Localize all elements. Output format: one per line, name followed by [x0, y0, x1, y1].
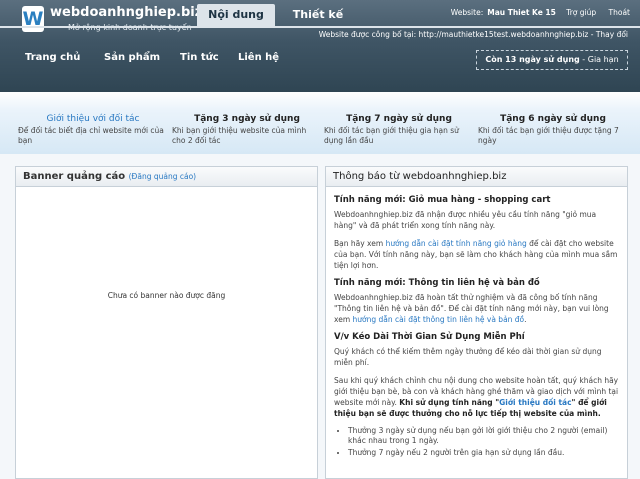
notice-paragraph: Webdoanhnghiep.biz đã hoàn tất thử nghiệ…: [334, 292, 619, 325]
text: Bạn hãy xem: [334, 239, 386, 248]
published-url[interactable]: Website được công bố tại: http://mauthie…: [319, 30, 628, 39]
promo-title[interactable]: Giới thiệu với đối tác: [18, 114, 168, 124]
promo-title: Tặng 6 ngày sử dụng: [500, 114, 606, 124]
notice-panel-title: Thông báo từ webdoanhnghiep.biz: [333, 171, 507, 182]
tab-content[interactable]: Nội dung: [197, 4, 275, 26]
text: .: [524, 315, 527, 324]
renew-link[interactable]: - Gia hạn: [580, 55, 618, 64]
logo-icon[interactable]: W: [22, 6, 44, 32]
tab-design[interactable]: Thiết kế: [283, 4, 353, 26]
nav-home[interactable]: Trang chủ: [25, 52, 80, 63]
logo-name[interactable]: webdoanhnghiep.biz: [50, 5, 202, 20]
promo-desc: Để đối tác biết địa chỉ website mới của …: [18, 126, 164, 145]
promo-desc: Khi đối tác bạn giới thiệu được tặng 7 n…: [478, 126, 619, 145]
top-links: Website: Mau Thiet Ke 15 Trợ giúp Thoát: [447, 8, 630, 17]
notice-heading-extend: V/v Kéo Dài Thời Gian Sử Dụng Miễn Phí: [334, 332, 525, 342]
banner-panel: Banner quảng cáo (Đăng quảng cáo) Chưa c…: [15, 166, 318, 479]
notice-panel: Thông báo từ webdoanhnghiep.biz Tính năn…: [325, 166, 628, 479]
help-link[interactable]: Trợ giúp: [566, 8, 596, 17]
notice-panel-header: Thông báo từ webdoanhnghiep.biz: [326, 167, 627, 187]
cart-guide-link[interactable]: hướng dẫn cài đặt tính năng giỏ hàng: [386, 239, 527, 248]
notice-paragraph: Quý khách có thể kiếm thêm ngày thưởng đ…: [334, 347, 602, 367]
nav-news[interactable]: Tin tức: [180, 52, 219, 63]
empty-banner-text: Chưa có banner nào được đăng: [107, 291, 226, 300]
days-remaining-box[interactable]: Còn 13 ngày sử dụng - Gia hạn: [476, 50, 628, 70]
notice-paragraph: Sau khi quý khách chỉnh chu nội dung cho…: [334, 375, 619, 419]
bonus-list: Thưởng 3 ngày sử dụng nếu bạn gởi lời gi…: [348, 426, 619, 458]
promo-title: Tặng 7 ngày sử dụng: [346, 114, 452, 124]
website-label: Website:: [450, 8, 484, 17]
website-name-link[interactable]: Mau Thiet Ke 15: [487, 8, 556, 17]
logout-link[interactable]: Thoát: [609, 8, 630, 17]
banner-panel-header: Banner quảng cáo (Đăng quảng cáo): [16, 167, 317, 187]
register-ad-link[interactable]: (Đăng quảng cáo): [129, 172, 196, 181]
app-header: W webdoanhnghiep.biz Mở rộng kinh doanh …: [0, 0, 640, 92]
nav-products[interactable]: Sản phẩm: [104, 52, 160, 63]
promo-refer[interactable]: Giới thiệu với đối tác Để đối tác biết đ…: [18, 114, 168, 146]
banner-panel-title: Banner quảng cáo: [23, 171, 126, 182]
text-bold: Khi sử dụng tính năng ": [399, 398, 500, 407]
list-item: Thưởng 7 ngày nếu 2 người trên gia hạn s…: [348, 448, 619, 458]
promo-7days: Tặng 7 ngày sử dụng Khi đối tác bạn giới…: [324, 114, 474, 146]
days-remaining: Còn 13 ngày sử dụng: [485, 55, 580, 64]
refer-partner-link[interactable]: Giới thiệu đối tác: [499, 398, 571, 407]
notice-paragraph: Webdoanhnghiep.biz đã nhận được nhiều yê…: [334, 210, 597, 230]
promo-3days: Tặng 3 ngày sử dụng Khi bạn giới thiệu w…: [172, 114, 322, 146]
tab-underline: [0, 26, 640, 28]
list-item: Thưởng 3 ngày sử dụng nếu bạn gởi lời gi…: [348, 426, 619, 446]
notice-heading-cart: Tính năng mới: Giỏ mua hàng - shopping c…: [334, 195, 551, 205]
promo-6days: Tặng 6 ngày sử dụng Khi đối tác bạn giới…: [478, 114, 628, 146]
promo-desc: Khi đối tác bạn giới thiệu gia hạn sử dụ…: [324, 126, 459, 145]
notice-heading-contact: Tính năng mới: Thông tin liên hệ và bản …: [334, 278, 540, 288]
promo-title: Tặng 3 ngày sử dụng: [194, 114, 300, 124]
contact-guide-link[interactable]: hướng dẫn cài đặt thông tin liên hệ và b…: [353, 315, 525, 324]
notice-paragraph: Bạn hãy xem hướng dẫn cài đặt tính năng …: [334, 238, 619, 271]
notice-content: Tính năng mới: Giỏ mua hàng - shopping c…: [326, 187, 627, 465]
promo-desc: Khi bạn giới thiệu website của mình cho …: [172, 126, 307, 145]
nav-contact[interactable]: Liên hệ: [238, 52, 279, 63]
